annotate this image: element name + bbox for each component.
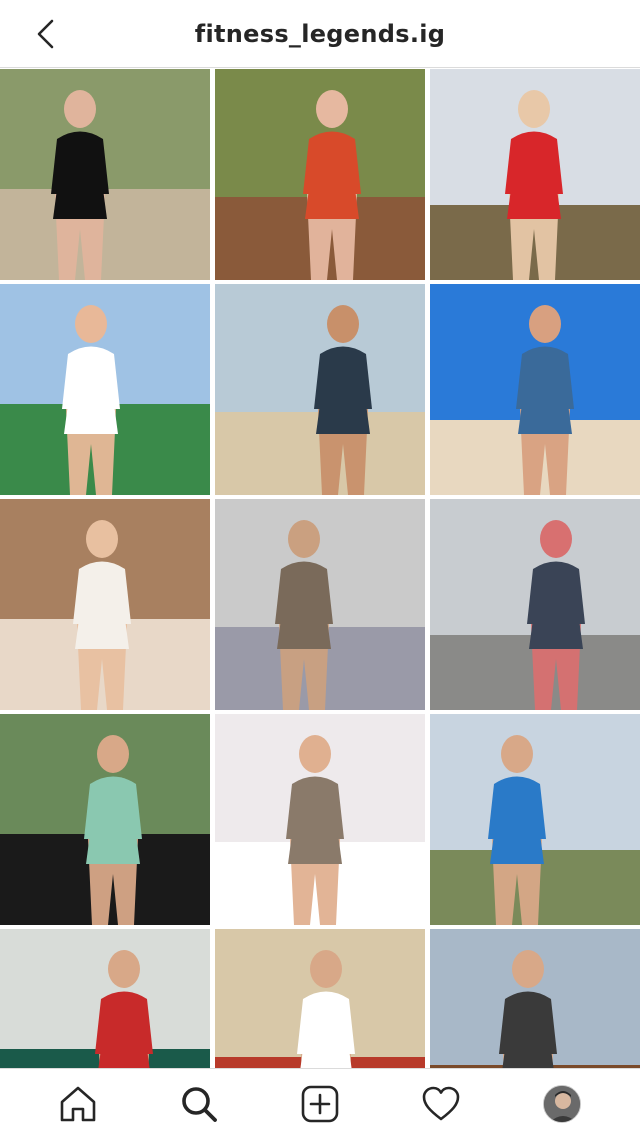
home-icon bbox=[61, 1086, 96, 1121]
avatar bbox=[542, 1084, 581, 1123]
bottom-tab-bar bbox=[0, 1068, 640, 1138]
profile-username: fitness_legends.ig bbox=[194, 19, 446, 48]
post-image bbox=[0, 284, 210, 495]
post-thumbnail[interactable] bbox=[215, 284, 425, 495]
post-image bbox=[0, 929, 210, 1068]
post-image bbox=[0, 69, 210, 280]
post-image bbox=[430, 69, 640, 280]
post-image bbox=[215, 714, 425, 925]
tab-search[interactable] bbox=[169, 1074, 229, 1134]
post-thumbnail[interactable] bbox=[0, 284, 210, 495]
avatar-photo bbox=[543, 1085, 580, 1122]
posts-grid bbox=[0, 69, 640, 1068]
post-image bbox=[430, 714, 640, 925]
post-thumbnail[interactable] bbox=[215, 714, 425, 925]
post-thumbnail[interactable] bbox=[430, 499, 640, 710]
search-icon bbox=[182, 1086, 218, 1122]
post-thumbnail[interactable] bbox=[430, 929, 640, 1068]
post-image bbox=[430, 499, 640, 710]
post-image bbox=[0, 714, 210, 925]
post-image bbox=[215, 929, 425, 1068]
back-button[interactable] bbox=[26, 14, 66, 54]
tab-create[interactable] bbox=[290, 1074, 350, 1134]
post-thumbnail[interactable] bbox=[0, 499, 210, 710]
post-thumbnail[interactable] bbox=[430, 69, 640, 280]
post-thumbnail[interactable] bbox=[0, 69, 210, 280]
post-thumbnail[interactable] bbox=[215, 499, 425, 710]
post-thumbnail[interactable] bbox=[0, 714, 210, 925]
tab-activity[interactable] bbox=[411, 1074, 471, 1134]
post-image bbox=[0, 499, 210, 710]
plus-square-icon bbox=[301, 1085, 339, 1122]
tab-home[interactable] bbox=[48, 1074, 108, 1134]
post-image bbox=[430, 929, 640, 1068]
post-image bbox=[215, 69, 425, 280]
post-thumbnail[interactable] bbox=[430, 284, 640, 495]
heart-icon bbox=[422, 1086, 460, 1120]
chevron-left-icon bbox=[37, 19, 54, 49]
post-image bbox=[215, 499, 425, 710]
post-image bbox=[215, 284, 425, 495]
post-thumbnail[interactable] bbox=[215, 929, 425, 1068]
top-bar: fitness_legends.ig bbox=[0, 0, 640, 68]
tab-profile[interactable] bbox=[532, 1074, 592, 1134]
post-thumbnail[interactable] bbox=[0, 929, 210, 1068]
post-thumbnail[interactable] bbox=[215, 69, 425, 280]
post-image bbox=[430, 284, 640, 495]
post-thumbnail[interactable] bbox=[430, 714, 640, 925]
